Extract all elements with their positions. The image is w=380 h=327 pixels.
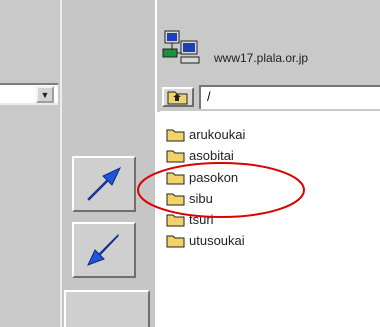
computer-icon: [162, 30, 200, 64]
list-item[interactable]: arukoukai: [166, 124, 245, 144]
folder-up-icon: [167, 91, 188, 105]
remote-path-input[interactable]: /: [199, 85, 380, 109]
folder-icon: [166, 235, 185, 247]
file-name: utusoukai: [189, 232, 245, 248]
highlight-ellipse: [137, 162, 305, 218]
folder-icon: [166, 129, 185, 141]
upload-button[interactable]: [72, 156, 136, 212]
remote-host-name: www17.plala.or.jp: [214, 51, 309, 65]
local-panel: [0, 0, 60, 327]
file-name: arukoukai: [189, 126, 246, 142]
download-button[interactable]: [72, 222, 136, 278]
local-path-dropdown[interactable]: ▼: [0, 83, 58, 105]
upload-arrow-icon: [87, 166, 122, 201]
dropdown-arrow-icon[interactable]: ▼: [36, 86, 54, 103]
transfer-button[interactable]: [64, 290, 150, 327]
list-item[interactable]: utusoukai: [166, 230, 245, 250]
panel-divider: [60, 0, 62, 327]
download-arrow-icon: [87, 233, 119, 266]
folder-up-button[interactable]: [162, 87, 194, 107]
